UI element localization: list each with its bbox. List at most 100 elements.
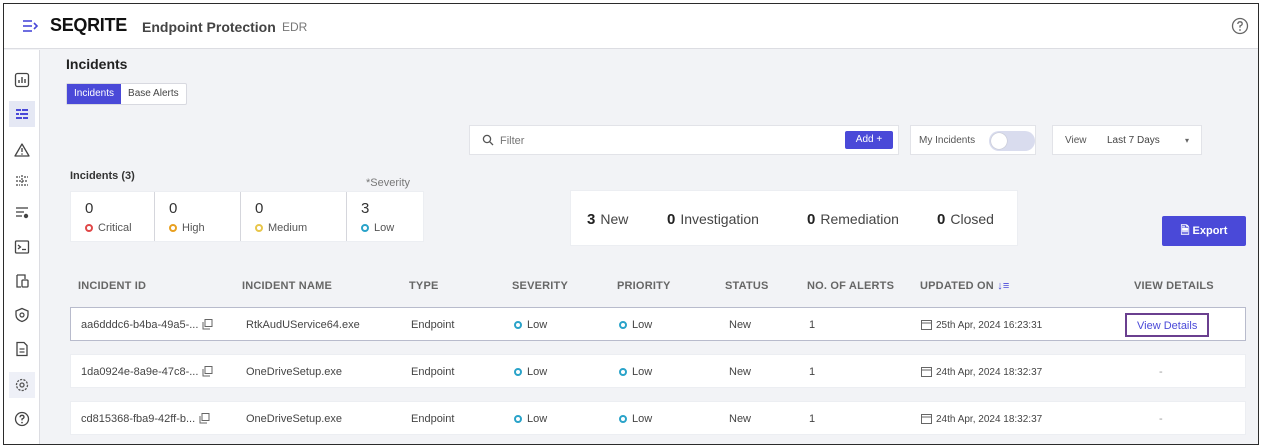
document-icon	[16, 341, 28, 357]
incident-type: Endpoint	[411, 319, 455, 331]
app-window: SEQRITE Endpoint Protection EDR Incident…	[3, 3, 1259, 445]
column-priority[interactable]: PRIORITY	[617, 280, 671, 292]
priority-value: Low	[632, 413, 653, 425]
status-closed[interactable]: 0 Closed	[937, 211, 994, 228]
calendar-icon	[921, 414, 932, 424]
severity-high[interactable]: 0 High	[155, 192, 241, 241]
critical-ring-icon	[85, 224, 93, 232]
chevron-down-icon: ▾	[1184, 136, 1189, 145]
column-severity[interactable]: SEVERITY	[512, 280, 568, 292]
page-title: Incidents	[66, 56, 128, 72]
filter-settings-icon	[16, 207, 29, 219]
view-range-control: View Last 7 Days ▾	[1052, 125, 1202, 155]
status-new[interactable]: 3 New	[587, 211, 628, 228]
alerts-count: 1	[809, 366, 816, 378]
priority-value: Low	[632, 319, 653, 331]
help-icon	[14, 411, 30, 427]
status-label: New	[600, 211, 629, 227]
incident-id: cd815368-fba9-42ff-b...	[81, 413, 196, 425]
incidents-list-icon	[16, 109, 28, 119]
sidebar-item-security[interactable]	[9, 302, 35, 328]
help-icon[interactable]	[1231, 17, 1249, 35]
sidebar-item-help[interactable]	[9, 406, 35, 432]
column-view-details: VIEW DETAILS	[1134, 280, 1214, 292]
updated-cell: 25th Apr, 2024 16:23:31	[921, 319, 1042, 331]
low-ring-icon	[361, 224, 369, 232]
copy-icon[interactable]	[202, 319, 213, 330]
terminal-icon	[14, 240, 30, 254]
my-incidents-toggle[interactable]	[989, 131, 1035, 151]
severity-label: Medium	[268, 222, 308, 234]
status-label: Investigation	[680, 211, 759, 227]
copy-icon[interactable]	[199, 413, 210, 424]
status-remediation[interactable]: 0 Remediation	[807, 211, 899, 228]
table-row[interactable]: 1da0924e-8a9e-47c8-... OneDriveSetup.exe…	[70, 354, 1246, 388]
severity-count: 3	[361, 200, 370, 217]
view-details-empty: -	[1159, 413, 1163, 425]
severity-summary: 0 Critical 0 High 0 Medium 3 Low	[70, 191, 424, 242]
updated-value: 25th Apr, 2024 16:23:31	[936, 320, 1043, 331]
low-ring-icon	[514, 368, 522, 376]
sidebar-item-dashboard[interactable]	[9, 67, 35, 93]
priority-value: Low	[632, 366, 653, 378]
status-value: New	[729, 366, 752, 378]
product-edition: EDR	[282, 20, 308, 34]
status-investigation[interactable]: 0 Investigation	[667, 211, 759, 228]
filter-input[interactable]	[500, 132, 800, 150]
sidebar-item-devices[interactable]	[9, 268, 35, 294]
severity-value: Low	[527, 366, 548, 378]
severity-value: Low	[527, 319, 548, 331]
severity-medium[interactable]: 0 Medium	[241, 192, 347, 241]
view-details-empty: -	[1159, 366, 1163, 378]
calendar-icon	[921, 320, 932, 330]
sidebar-item-incidents[interactable]	[9, 101, 35, 127]
warning-triangle-icon	[14, 143, 30, 157]
sidebar-item-network[interactable]	[9, 168, 35, 194]
tab-base-alerts[interactable]: Base Alerts	[121, 84, 186, 104]
my-incidents-control: My Incidents	[910, 125, 1036, 155]
priority-cell: Low	[619, 366, 652, 378]
column-incident-id[interactable]: INCIDENT ID	[78, 280, 146, 292]
severity-cell: Low	[514, 413, 547, 425]
status-summary: 3 New 0 Investigation 0 Remediation 0 Closed	[570, 190, 1018, 246]
severity-value: Low	[527, 413, 548, 425]
severity-label: Low	[374, 222, 395, 234]
export-button[interactable]: 🗎 Export	[1162, 216, 1246, 246]
export-file-icon: 🗎	[1180, 225, 1190, 237]
brand-logo: SEQRITE	[50, 15, 127, 35]
column-status[interactable]: STATUS	[725, 280, 769, 292]
sidebar-item-reports[interactable]	[9, 336, 35, 362]
status-value: New	[729, 413, 752, 425]
status-count: 0	[807, 211, 816, 228]
table-row[interactable]: aa6dddc6-b4ba-49a5-... RtkAudUService64.…	[70, 307, 1246, 341]
incident-id: 1da0924e-8a9e-47c8-...	[81, 366, 199, 378]
severity-low[interactable]: 3 Low	[347, 192, 423, 241]
menu-toggle-icon[interactable]	[22, 18, 40, 34]
sidebar-item-policies[interactable]	[9, 200, 35, 226]
sidebar-item-alerts[interactable]	[9, 137, 35, 163]
tab-incidents[interactable]: Incidents	[67, 84, 122, 104]
severity-critical[interactable]: 0 Critical	[71, 192, 155, 241]
severity-label: High	[182, 222, 205, 234]
status-count: 0	[667, 211, 676, 228]
severity-label: Critical	[98, 222, 132, 234]
column-updated-on[interactable]: UPDATED ON ↓≡	[920, 280, 1010, 292]
gear-icon	[15, 378, 29, 392]
column-incident-name[interactable]: INCIDENT NAME	[242, 280, 332, 292]
column-alerts[interactable]: NO. OF ALERTS	[807, 280, 894, 292]
incident-name: RtkAudUService64.exe	[246, 319, 360, 331]
view-range-select[interactable]: Last 7 Days ▾	[1099, 130, 1199, 152]
incident-type: Endpoint	[411, 413, 455, 425]
view-details-button[interactable]: View Details	[1125, 313, 1210, 337]
incident-type: Endpoint	[411, 366, 455, 378]
add-filter-button[interactable]: Add +	[845, 131, 893, 149]
severity-note: *Severity	[366, 177, 411, 189]
low-ring-icon	[514, 415, 522, 423]
copy-icon[interactable]	[202, 366, 213, 377]
sort-descending-icon[interactable]: ↓≡	[997, 280, 1009, 292]
sidebar-item-terminal[interactable]	[9, 234, 35, 260]
column-type[interactable]: TYPE	[409, 280, 439, 292]
sidebar-item-settings[interactable]	[9, 372, 35, 398]
table-row[interactable]: cd815368-fba9-42ff-b... OneDriveSetup.ex…	[70, 401, 1246, 435]
top-header: SEQRITE Endpoint Protection EDR	[4, 4, 1258, 49]
